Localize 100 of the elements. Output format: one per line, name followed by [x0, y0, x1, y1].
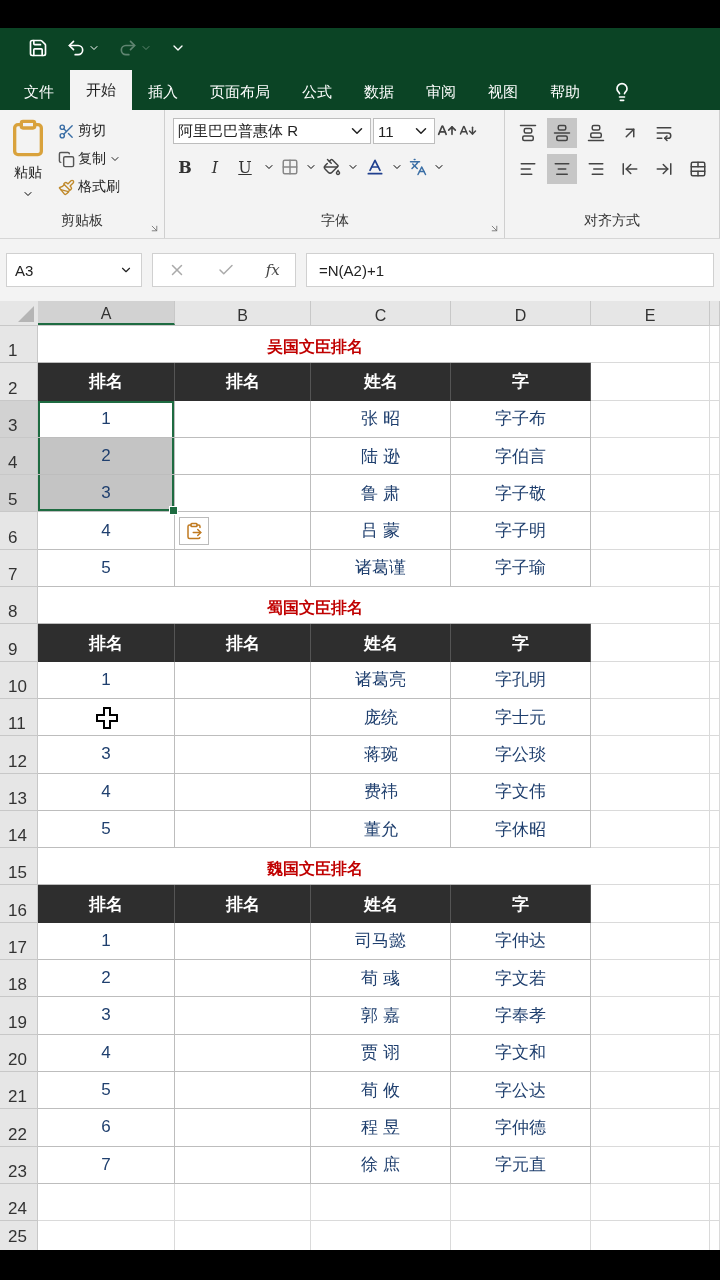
column-header[interactable]: C	[311, 301, 451, 325]
row-number[interactable]: 19	[0, 997, 38, 1035]
copy-button[interactable]: 复制	[56, 146, 123, 172]
table-cell: 诸葛谨	[311, 549, 451, 588]
align-button[interactable]	[547, 118, 577, 148]
table-cell: 张 昭	[311, 400, 451, 438]
table-cell: 5	[38, 549, 175, 588]
name-box[interactable]: A3	[6, 253, 142, 287]
row-number[interactable]: 25	[0, 1221, 38, 1250]
row-number[interactable]: 5	[0, 475, 38, 513]
row-number[interactable]: 22	[0, 1109, 38, 1147]
row-number[interactable]: 4	[0, 437, 38, 476]
table-cell: 董允	[311, 810, 451, 849]
column-header[interactable]: D	[451, 301, 591, 325]
paste-options-button[interactable]	[179, 517, 209, 546]
format-painter-button[interactable]: 格式刷	[56, 174, 122, 200]
border-icon[interactable]	[281, 158, 299, 176]
dialog-launcher-icon[interactable]	[489, 223, 500, 234]
formula-field[interactable]: =N(A2)+1	[306, 253, 714, 287]
row-number[interactable]: 8	[0, 587, 38, 625]
insert-function-button[interactable]: fx	[265, 261, 280, 279]
row-number[interactable]: 24	[0, 1183, 38, 1222]
table-cell	[710, 587, 720, 625]
row-number[interactable]: 23	[0, 1146, 38, 1184]
clipboard-icon	[185, 522, 203, 541]
header-cell: 排名	[175, 624, 311, 662]
header-cell: 排名	[38, 624, 175, 662]
table-cell	[710, 1109, 720, 1147]
table-cell: 2	[38, 960, 175, 998]
paste-button[interactable]: 粘贴	[12, 160, 44, 186]
ribbon-tab[interactable]: 页面布局	[194, 74, 286, 110]
row-number[interactable]: 21	[0, 1071, 38, 1110]
ribbon-tab[interactable]: 数据	[348, 74, 410, 110]
column-header[interactable]: E	[591, 301, 710, 325]
row-number[interactable]: 15	[0, 848, 38, 886]
ribbon-tab[interactable]: 审阅	[410, 74, 472, 110]
row-number[interactable]: 18	[0, 960, 38, 998]
header-cell: 字	[451, 624, 591, 662]
table-cell: 诸葛亮	[311, 661, 451, 699]
table-cell	[710, 922, 720, 961]
row-number[interactable]: 2	[0, 363, 38, 401]
ribbon-tab[interactable]: 视图	[472, 74, 534, 110]
row-number[interactable]: 1	[0, 326, 38, 364]
table-cell	[710, 475, 720, 513]
font-name-field[interactable]: 阿里巴巴普惠体 R	[173, 118, 371, 144]
column-header[interactable]: A	[38, 301, 175, 325]
table-cell: 字士元	[451, 698, 591, 737]
align-button[interactable]	[547, 154, 577, 184]
table-cell	[710, 661, 720, 699]
ribbon-tab[interactable]: 帮助	[534, 74, 596, 110]
table-cell: 字休昭	[451, 810, 591, 849]
table-cell	[710, 624, 720, 662]
row-number[interactable]: 7	[0, 549, 38, 588]
fill-color-icon[interactable]	[323, 158, 341, 176]
fill-handle[interactable]	[169, 506, 178, 516]
cut-button[interactable]: 剪切	[56, 118, 108, 144]
table-cell: 字文和	[451, 1034, 591, 1072]
header-cell: 姓名	[311, 885, 451, 923]
table-cell: 5	[38, 810, 175, 849]
font-color-icon[interactable]	[365, 157, 385, 177]
dialog-launcher-icon[interactable]	[149, 223, 160, 234]
table-title: 魏国文臣排名	[266, 859, 363, 880]
italic-button[interactable]: I	[203, 154, 227, 180]
row-number[interactable]: 12	[0, 736, 38, 774]
undo-icon[interactable]	[66, 38, 86, 58]
bold-button[interactable]: B	[173, 154, 197, 180]
group-label: 字体	[319, 212, 350, 230]
table-cell: 6	[38, 1109, 175, 1147]
table-cell	[710, 885, 720, 923]
right-align-icon	[587, 160, 605, 178]
row-number[interactable]: 16	[0, 885, 38, 923]
phonetic-icon[interactable]	[409, 158, 427, 176]
table-cell: 字仲德	[451, 1109, 591, 1147]
ribbon-tab[interactable]: 插入	[132, 74, 194, 110]
table-cell	[710, 1071, 720, 1110]
ribbon-tab[interactable]: 开始	[70, 70, 132, 110]
row-number[interactable]: 10	[0, 661, 38, 699]
row-number[interactable]: 17	[0, 922, 38, 961]
table-cell: 3	[38, 475, 175, 513]
table-cell: 字子瑜	[451, 549, 591, 588]
row-number[interactable]: 9	[0, 624, 38, 662]
ribbon-tab[interactable]: 文件	[8, 74, 70, 110]
top-align-icon	[519, 124, 537, 142]
column-header[interactable]: B	[175, 301, 311, 325]
center-align-icon	[553, 160, 571, 178]
group-label: 对齐方式	[583, 212, 641, 230]
row-number[interactable]: 14	[0, 810, 38, 849]
row-number[interactable]: 13	[0, 773, 38, 811]
scissors-icon	[58, 122, 75, 140]
header-cell: 字	[451, 363, 591, 401]
underline-button[interactable]: U	[233, 154, 257, 180]
row-number[interactable]: 20	[0, 1034, 38, 1072]
row-number[interactable]: 3	[0, 400, 38, 438]
row-number[interactable]: 6	[0, 512, 38, 550]
font-size-field[interactable]: 11	[373, 118, 435, 144]
ribbon-tab[interactable]: 公式	[286, 74, 348, 110]
row-number[interactable]: 11	[0, 698, 38, 737]
left-align-icon	[519, 160, 537, 178]
table-cell: 字子布	[451, 400, 591, 438]
save-icon[interactable]	[28, 38, 48, 58]
